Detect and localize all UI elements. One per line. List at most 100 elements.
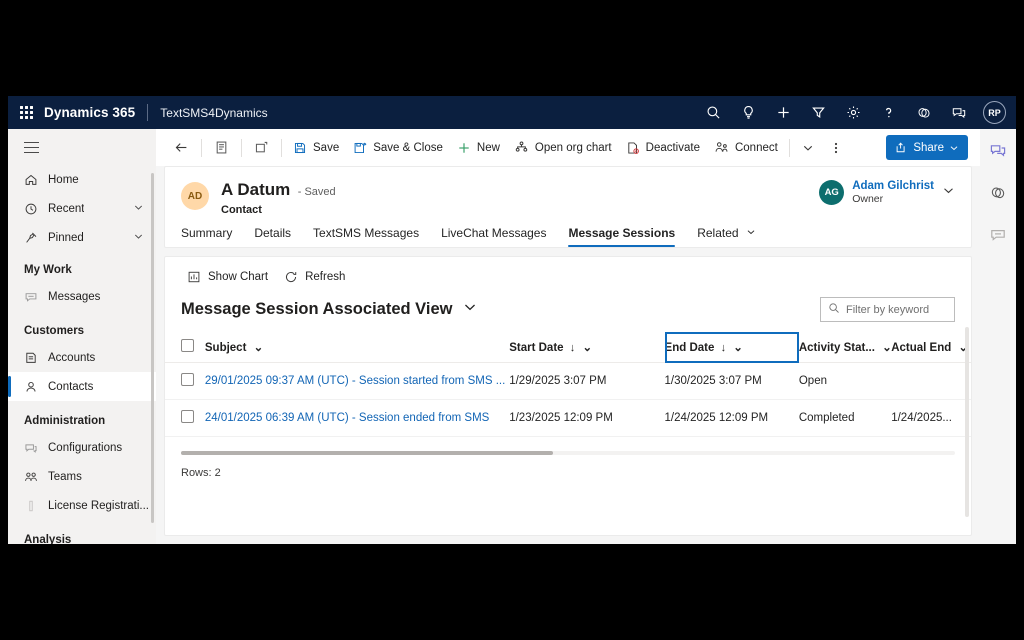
view-selector[interactable]: Message Session Associated View (181, 300, 452, 319)
share-button[interactable]: Share (886, 135, 968, 160)
sidebar-item-home[interactable]: Home (8, 165, 156, 194)
account-icon (24, 351, 48, 365)
sidebar-item-pinned[interactable]: Pinned (8, 223, 156, 252)
row-select-cell[interactable] (165, 362, 205, 400)
chevron-down-icon[interactable]: ⌄ (254, 342, 264, 354)
brand-divider (147, 104, 149, 121)
cell-subject[interactable]: 29/01/2025 09:37 AM (UTC) - Session star… (204, 362, 510, 400)
row-checkbox[interactable] (181, 410, 194, 423)
column-header-end-date[interactable]: End Date ↓ ⌄ (664, 332, 799, 363)
horizontal-scrollbar-track[interactable] (181, 451, 955, 455)
select-all-checkbox[interactable] (181, 339, 194, 352)
refresh-button[interactable]: Refresh (278, 267, 351, 287)
tab-related[interactable]: Related (697, 226, 756, 247)
grid-horizontal-scroll-area (165, 437, 971, 455)
grid-search[interactable] (820, 297, 955, 322)
search-icon[interactable] (696, 96, 731, 129)
horizontal-scrollbar-thumb[interactable] (181, 451, 553, 455)
owner-field[interactable]: AG Adam Gilchrist Owner (819, 180, 955, 205)
sidebar-item-messages[interactable]: Messages (8, 282, 156, 311)
top-app-bar: Dynamics 365 TextSMS4Dynamics RP (8, 96, 1016, 129)
copilot-icon[interactable] (985, 181, 1011, 205)
message-bubble-icon[interactable] (985, 223, 1011, 247)
sidebar-item-contacts[interactable]: Contacts (8, 372, 156, 402)
chevron-down-icon[interactable] (794, 135, 822, 161)
cell-start-date: 1/29/2025 3:07 PM (509, 362, 665, 400)
owner-role-label: Owner (852, 193, 884, 205)
contact-icon (24, 380, 48, 394)
sidebar-item-license-registration[interactable]: License Registrati... (8, 491, 156, 520)
table-row[interactable]: 29/01/2025 09:37 AM (UTC) - Session star… (165, 362, 971, 400)
cell-activity-status: Open (798, 362, 892, 400)
chevron-down-icon[interactable]: ⌄ (882, 342, 891, 354)
sidebar-scrollbar[interactable] (151, 173, 154, 523)
tab-message-sessions[interactable]: Message Sessions (568, 226, 675, 247)
site-map-toggle-icon[interactable] (8, 133, 156, 165)
connect-button[interactable]: Connect (707, 135, 785, 161)
sidebar-item-accounts[interactable]: Accounts (8, 343, 156, 372)
app-name[interactable]: TextSMS4Dynamics (160, 106, 267, 120)
sidebar-item-recent[interactable]: Recent (8, 194, 156, 223)
tab-summary[interactable]: Summary (181, 226, 232, 247)
cell-subject[interactable]: 24/01/2025 06:39 AM (UTC) - Session ende… (204, 399, 510, 437)
gear-icon[interactable] (836, 96, 871, 129)
open-in-new-window-icon[interactable] (246, 135, 277, 161)
table-row[interactable]: 24/01/2025 06:39 AM (UTC) - Session ende… (165, 399, 971, 437)
column-header-start-date[interactable]: Start Date ↓ ⌄ (509, 332, 665, 363)
tab-details[interactable]: Details (254, 226, 291, 247)
chevron-down-icon[interactable] (942, 184, 955, 202)
home-icon (24, 173, 48, 187)
command-divider (241, 138, 242, 157)
save-button[interactable]: Save (286, 135, 346, 161)
filter-icon[interactable] (801, 96, 836, 129)
owner-name[interactable]: Adam Gilchrist (852, 180, 934, 192)
chevron-down-icon[interactable]: ⌄ (733, 342, 743, 354)
row-select-cell[interactable] (165, 399, 205, 437)
new-button[interactable]: New (450, 135, 507, 161)
right-rail (980, 129, 1016, 544)
search-input[interactable] (846, 303, 947, 316)
back-button[interactable] (166, 135, 197, 161)
feedback-icon[interactable] (941, 96, 976, 129)
record-header-card: AD A Datum - Saved Contact AG Adam Gilch (164, 166, 972, 248)
sidebar-item-teams[interactable]: Teams (8, 462, 156, 491)
sidebar-item-configurations[interactable]: Configurations (8, 433, 156, 462)
app-launcher-icon[interactable] (8, 106, 44, 119)
tab-textsms-messages[interactable]: TextSMS Messages (313, 226, 419, 247)
search-icon (828, 301, 840, 319)
chevron-down-icon[interactable]: ⌄ (582, 342, 592, 354)
lightbulb-icon[interactable] (731, 96, 766, 129)
sidebar-item-label: License Registrati... (48, 499, 149, 512)
sidebar-item-label: Home (48, 173, 79, 186)
row-checkbox[interactable] (181, 373, 194, 386)
copilot-icon[interactable] (906, 96, 941, 129)
open-org-chart-button[interactable]: Open org chart (507, 135, 619, 161)
deactivate-button[interactable]: Deactivate (619, 135, 707, 161)
command-divider (201, 138, 202, 157)
column-header-activity-status[interactable]: Activity Stat... ⌄ (798, 332, 892, 363)
chevron-down-icon[interactable] (133, 231, 144, 245)
show-chart-button[interactable]: Show Chart (181, 267, 274, 287)
grid-vertical-scrollbar[interactable] (965, 327, 969, 517)
table-header-row: Subject ⌄ Start Date ↓ ⌄ End Date ↓ ⌄ Ac… (165, 332, 971, 363)
clock-icon (24, 202, 48, 216)
share-label: Share (913, 141, 944, 154)
plus-icon[interactable] (766, 96, 801, 129)
help-icon[interactable] (871, 96, 906, 129)
save-and-close-button[interactable]: Save & Close (346, 135, 450, 161)
brand-title[interactable]: Dynamics 365 (44, 105, 135, 120)
chevron-down-icon[interactable] (463, 300, 477, 319)
more-options-icon[interactable] (822, 135, 850, 161)
cell-end-date: 1/24/2025 12:09 PM (664, 399, 799, 437)
chevron-down-icon[interactable] (133, 202, 144, 216)
subject-link[interactable]: 24/01/2025 06:39 AM (UTC) - Session ende… (205, 412, 489, 424)
chat-assistant-icon[interactable] (985, 139, 1011, 163)
select-all-header[interactable] (165, 332, 205, 363)
column-header-subject[interactable]: Subject ⌄ (204, 332, 510, 363)
column-header-actual-end[interactable]: Actual End ⌄ (891, 332, 971, 363)
subject-link[interactable]: 29/01/2025 09:37 AM (UTC) - Session star… (205, 375, 505, 387)
tab-livechat-messages[interactable]: LiveChat Messages (441, 226, 546, 247)
user-avatar[interactable]: RP (983, 101, 1006, 124)
form-icon[interactable] (206, 135, 237, 161)
main-content: Save Save & Close New Open org chart Dea… (156, 129, 980, 544)
